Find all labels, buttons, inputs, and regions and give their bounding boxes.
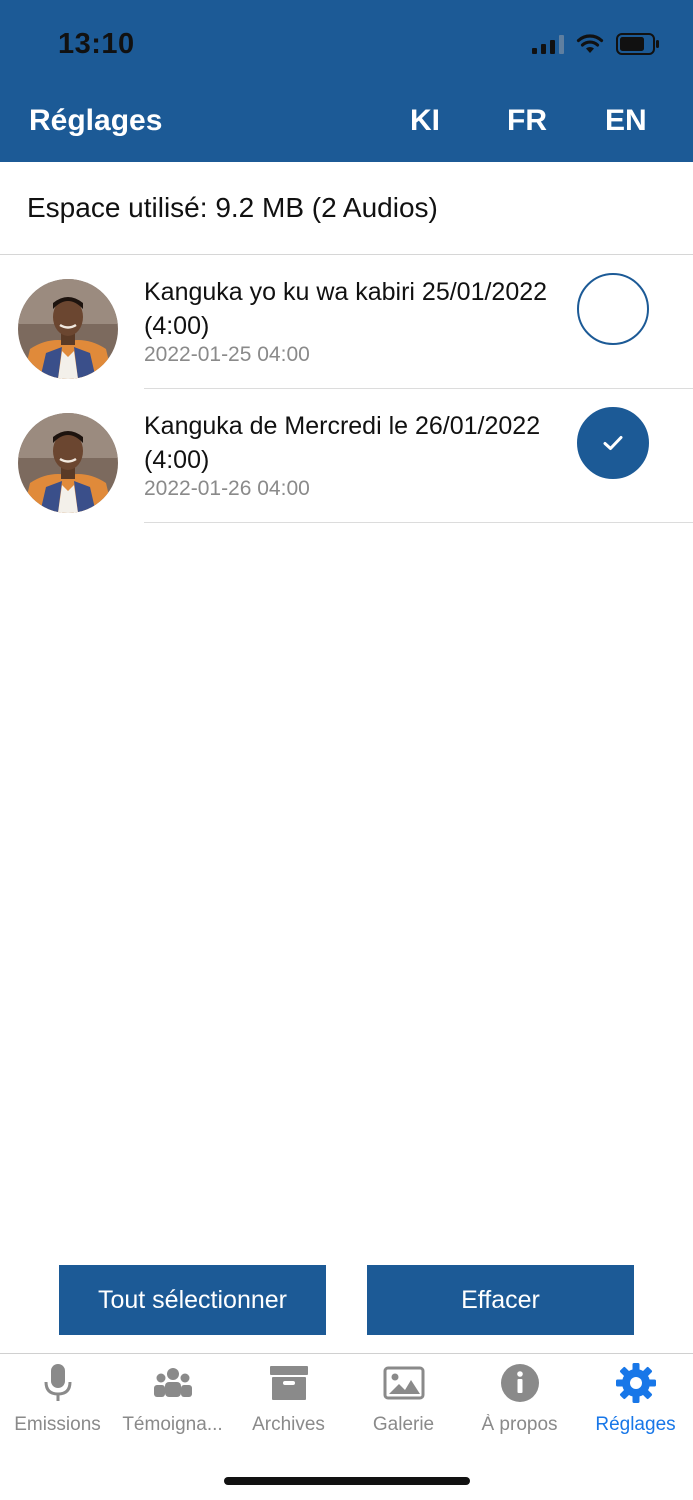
tab-reglages[interactable]: Réglages <box>578 1354 693 1444</box>
wifi-icon <box>576 34 604 53</box>
tab-label: Emissions <box>14 1414 101 1435</box>
tab-label: Galerie <box>372 1414 435 1435</box>
language-fr-button[interactable]: FR <box>507 104 547 138</box>
delete-button[interactable]: Effacer <box>367 1265 634 1335</box>
checkmark-icon <box>603 436 623 450</box>
tab-label: À propos <box>481 1414 558 1435</box>
tab-label: Archives <box>252 1414 325 1435</box>
avatar <box>18 279 118 379</box>
item-title: Kanguka yo ku wa kabiri 25/01/2022 (4:00… <box>144 278 548 340</box>
cellular-signal-icon <box>532 34 564 54</box>
avatar <box>18 413 118 513</box>
tab-archives[interactable]: Archives <box>231 1354 346 1444</box>
archive-box-icon <box>270 1366 308 1400</box>
page-title: Réglages <box>29 104 163 137</box>
language-ki-button[interactable]: KI <box>410 104 440 138</box>
tab-label: Réglages <box>595 1414 676 1435</box>
home-indicator <box>224 1477 470 1485</box>
list-item[interactable]: Kanguka yo ku wa kabiri 25/01/2022 (4:00… <box>0 255 693 389</box>
select-all-button[interactable]: Tout sélectionner <box>59 1265 326 1335</box>
battery-icon <box>616 33 659 55</box>
microphone-icon <box>44 1364 72 1401</box>
tab-a-propos[interactable]: À propos <box>462 1354 577 1444</box>
tab-galerie[interactable]: Galerie <box>346 1354 461 1444</box>
storage-label: Espace utilisé: 9.2 MB (2 Audios) <box>27 192 438 223</box>
item-date: 2022-01-25 04:00 <box>144 343 310 366</box>
item-date: 2022-01-26 04:00 <box>144 477 310 500</box>
info-icon <box>501 1364 539 1402</box>
select-checkbox[interactable] <box>577 273 649 345</box>
status-icons <box>532 30 660 58</box>
gear-icon <box>616 1363 656 1403</box>
tab-label: Témoigna... <box>122 1414 223 1435</box>
item-title: Kanguka de Mercredi le 26/01/2022 (4:00) <box>144 412 541 474</box>
storage-summary: Espace utilisé: 9.2 MB (2 Audios) <box>0 162 693 255</box>
app-header: 13:10 Réglages KI FR EN <box>0 0 693 162</box>
list-item[interactable]: Kanguka de Mercredi le 26/01/2022 (4:00)… <box>0 389 693 523</box>
tab-temoignages[interactable]: Témoigna... <box>115 1354 230 1444</box>
tab-emissions[interactable]: Emissions <box>0 1354 115 1444</box>
select-checkbox[interactable] <box>577 407 649 479</box>
status-time: 13:10 <box>58 28 135 60</box>
users-icon <box>154 1368 192 1397</box>
row-divider <box>144 522 693 523</box>
image-icon <box>383 1366 425 1400</box>
language-en-button[interactable]: EN <box>605 104 647 138</box>
